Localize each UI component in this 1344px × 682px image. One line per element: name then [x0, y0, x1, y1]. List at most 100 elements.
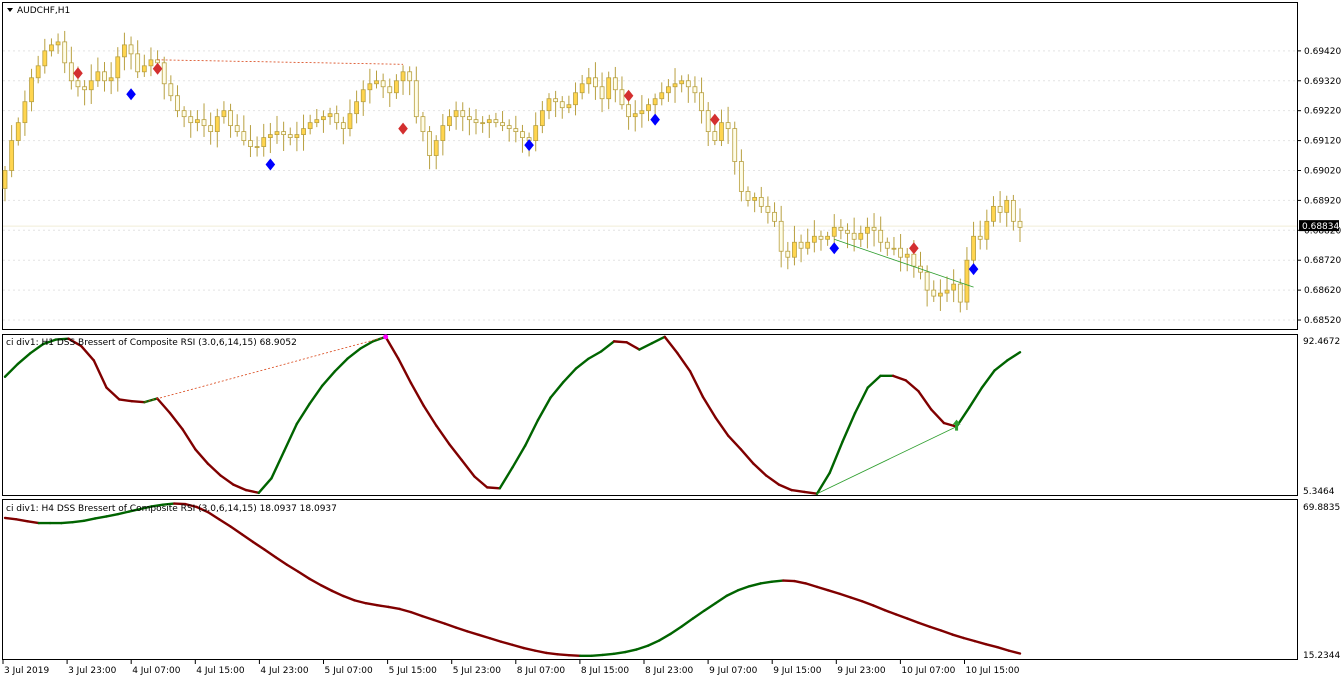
bear-candle: [626, 104, 631, 118]
osc-peak-marker: [383, 334, 389, 340]
time-tick-label: 3 Jul 2019: [4, 666, 49, 676]
bull-candle: [991, 205, 996, 222]
bull-candle: [579, 83, 585, 94]
bear-candle: [520, 131, 525, 138]
bull-candle: [261, 137, 267, 147]
bull-candle: [792, 241, 797, 258]
bull-candle: [214, 116, 220, 133]
bear-candle: [506, 125, 512, 130]
bear-candle: [175, 95, 180, 112]
h4-indicator-panel[interactable]: [2, 499, 1298, 660]
bear-candle: [997, 205, 1003, 213]
h1-indicator-label: ci div1: H1 DSS Bressert of Composite RS…: [6, 338, 297, 348]
time-tick-label: 9 Jul 07:00: [709, 666, 758, 676]
bear-candle: [884, 241, 890, 249]
bull-candle: [825, 235, 831, 240]
bull-candle: [35, 65, 41, 79]
bear-candle: [1017, 220, 1023, 228]
bull-candle: [672, 83, 678, 88]
bull-candle: [95, 71, 101, 82]
bear-candle: [845, 229, 850, 234]
bull-candle: [367, 83, 373, 91]
bull-candle: [533, 125, 539, 141]
time-tick-label: 5 Jul 15:00: [389, 666, 438, 676]
bear-candle: [234, 125, 240, 133]
bull-candle: [374, 80, 379, 85]
osc-rising-segment: [601, 652, 616, 657]
price-tick-label: 0.68520: [1304, 316, 1341, 326]
bull-candle: [148, 59, 154, 67]
bull-candle: [971, 235, 976, 261]
bear-candle: [102, 71, 107, 82]
h1-max-label: 92.4672: [1303, 337, 1340, 347]
bear-candle: [593, 77, 598, 88]
bull-candle: [573, 92, 578, 106]
bull-candle: [632, 113, 638, 118]
bull-candle: [586, 77, 592, 85]
bull-candle: [267, 134, 273, 138]
osc-falling-segment: [130, 400, 146, 404]
bear-candle: [334, 113, 340, 124]
bear-candle: [765, 205, 771, 213]
osc-falling-segment: [556, 653, 571, 657]
bear-candle: [407, 71, 413, 82]
osc-rising-segment: [71, 519, 86, 524]
h4-max-label: 69.8835: [1303, 503, 1340, 513]
bear-candle: [553, 98, 559, 103]
time-tick-label: 8 Jul 23:00: [645, 666, 694, 676]
bear-candle: [82, 86, 87, 91]
bull-candle: [221, 110, 227, 118]
bear-candle: [228, 110, 233, 127]
bull-candle: [891, 247, 897, 250]
time-tick-label: 9 Jul 23:00: [837, 666, 886, 676]
bear-candle: [161, 62, 167, 85]
bear-candle: [340, 122, 346, 130]
bull-candle: [254, 146, 260, 148]
price-panel[interactable]: [2, 2, 1298, 330]
bear-candle: [387, 86, 393, 94]
bear-candle: [513, 128, 519, 133]
osc-rising-segment: [612, 650, 627, 655]
bull-candle: [964, 259, 970, 303]
bear-candle: [380, 80, 386, 88]
bull-candle: [108, 77, 114, 82]
bear-candle: [500, 122, 505, 127]
bear-candle: [493, 119, 499, 124]
bull-candle: [55, 41, 61, 46]
price-tick-label: 0.68720: [1304, 256, 1341, 266]
price-tick-label: 0.69320: [1304, 77, 1341, 87]
chart-canvas[interactable]: 0.69420 0.69320 0.69220 0.69120 0.69020 0.689…: [0, 0, 1344, 682]
price-tick-label: 0.69120: [1304, 137, 1341, 147]
chart-title: AUDCHF,H1: [17, 6, 70, 16]
bull-candle: [659, 92, 665, 100]
bear-candle: [248, 140, 253, 147]
bear-candle: [559, 101, 565, 109]
bull-candle: [752, 197, 758, 201]
bull-candle: [805, 241, 811, 249]
time-tick-label: 10 Jul 07:00: [901, 666, 955, 676]
bull-candle: [606, 77, 612, 100]
bull-candle: [566, 104, 572, 109]
bear-candle: [931, 289, 937, 297]
bull-candle: [301, 128, 306, 135]
current-price-tag: 0.68834: [1299, 220, 1339, 232]
h4-min-label: 15.2344: [1303, 651, 1340, 661]
bull-candle: [314, 119, 320, 124]
time-tick-label: 8 Jul 15:00: [581, 666, 630, 676]
bull-candle: [9, 140, 15, 171]
bull-candle: [141, 65, 147, 73]
h1-indicator-panel[interactable]: [2, 334, 1298, 496]
time-tick-label: 9 Jul 15:00: [773, 666, 822, 676]
bear-candle: [201, 119, 207, 127]
osc-falling-segment: [781, 579, 796, 583]
time-axis: 3 Jul 2019 3 Jul 23:00 4 Jul 07:00 4 Jul 15…: [2, 660, 1020, 676]
bear-candle: [420, 116, 426, 133]
time-tick-label: 5 Jul 23:00: [453, 666, 502, 676]
bear-candle: [957, 283, 963, 303]
bull-candle: [486, 119, 492, 124]
bull-candle: [347, 113, 353, 130]
bear-candle: [281, 131, 287, 135]
bull-candle: [115, 56, 121, 79]
bear-candle: [188, 116, 194, 124]
time-tick-label: 4 Jul 23:00: [260, 666, 309, 676]
